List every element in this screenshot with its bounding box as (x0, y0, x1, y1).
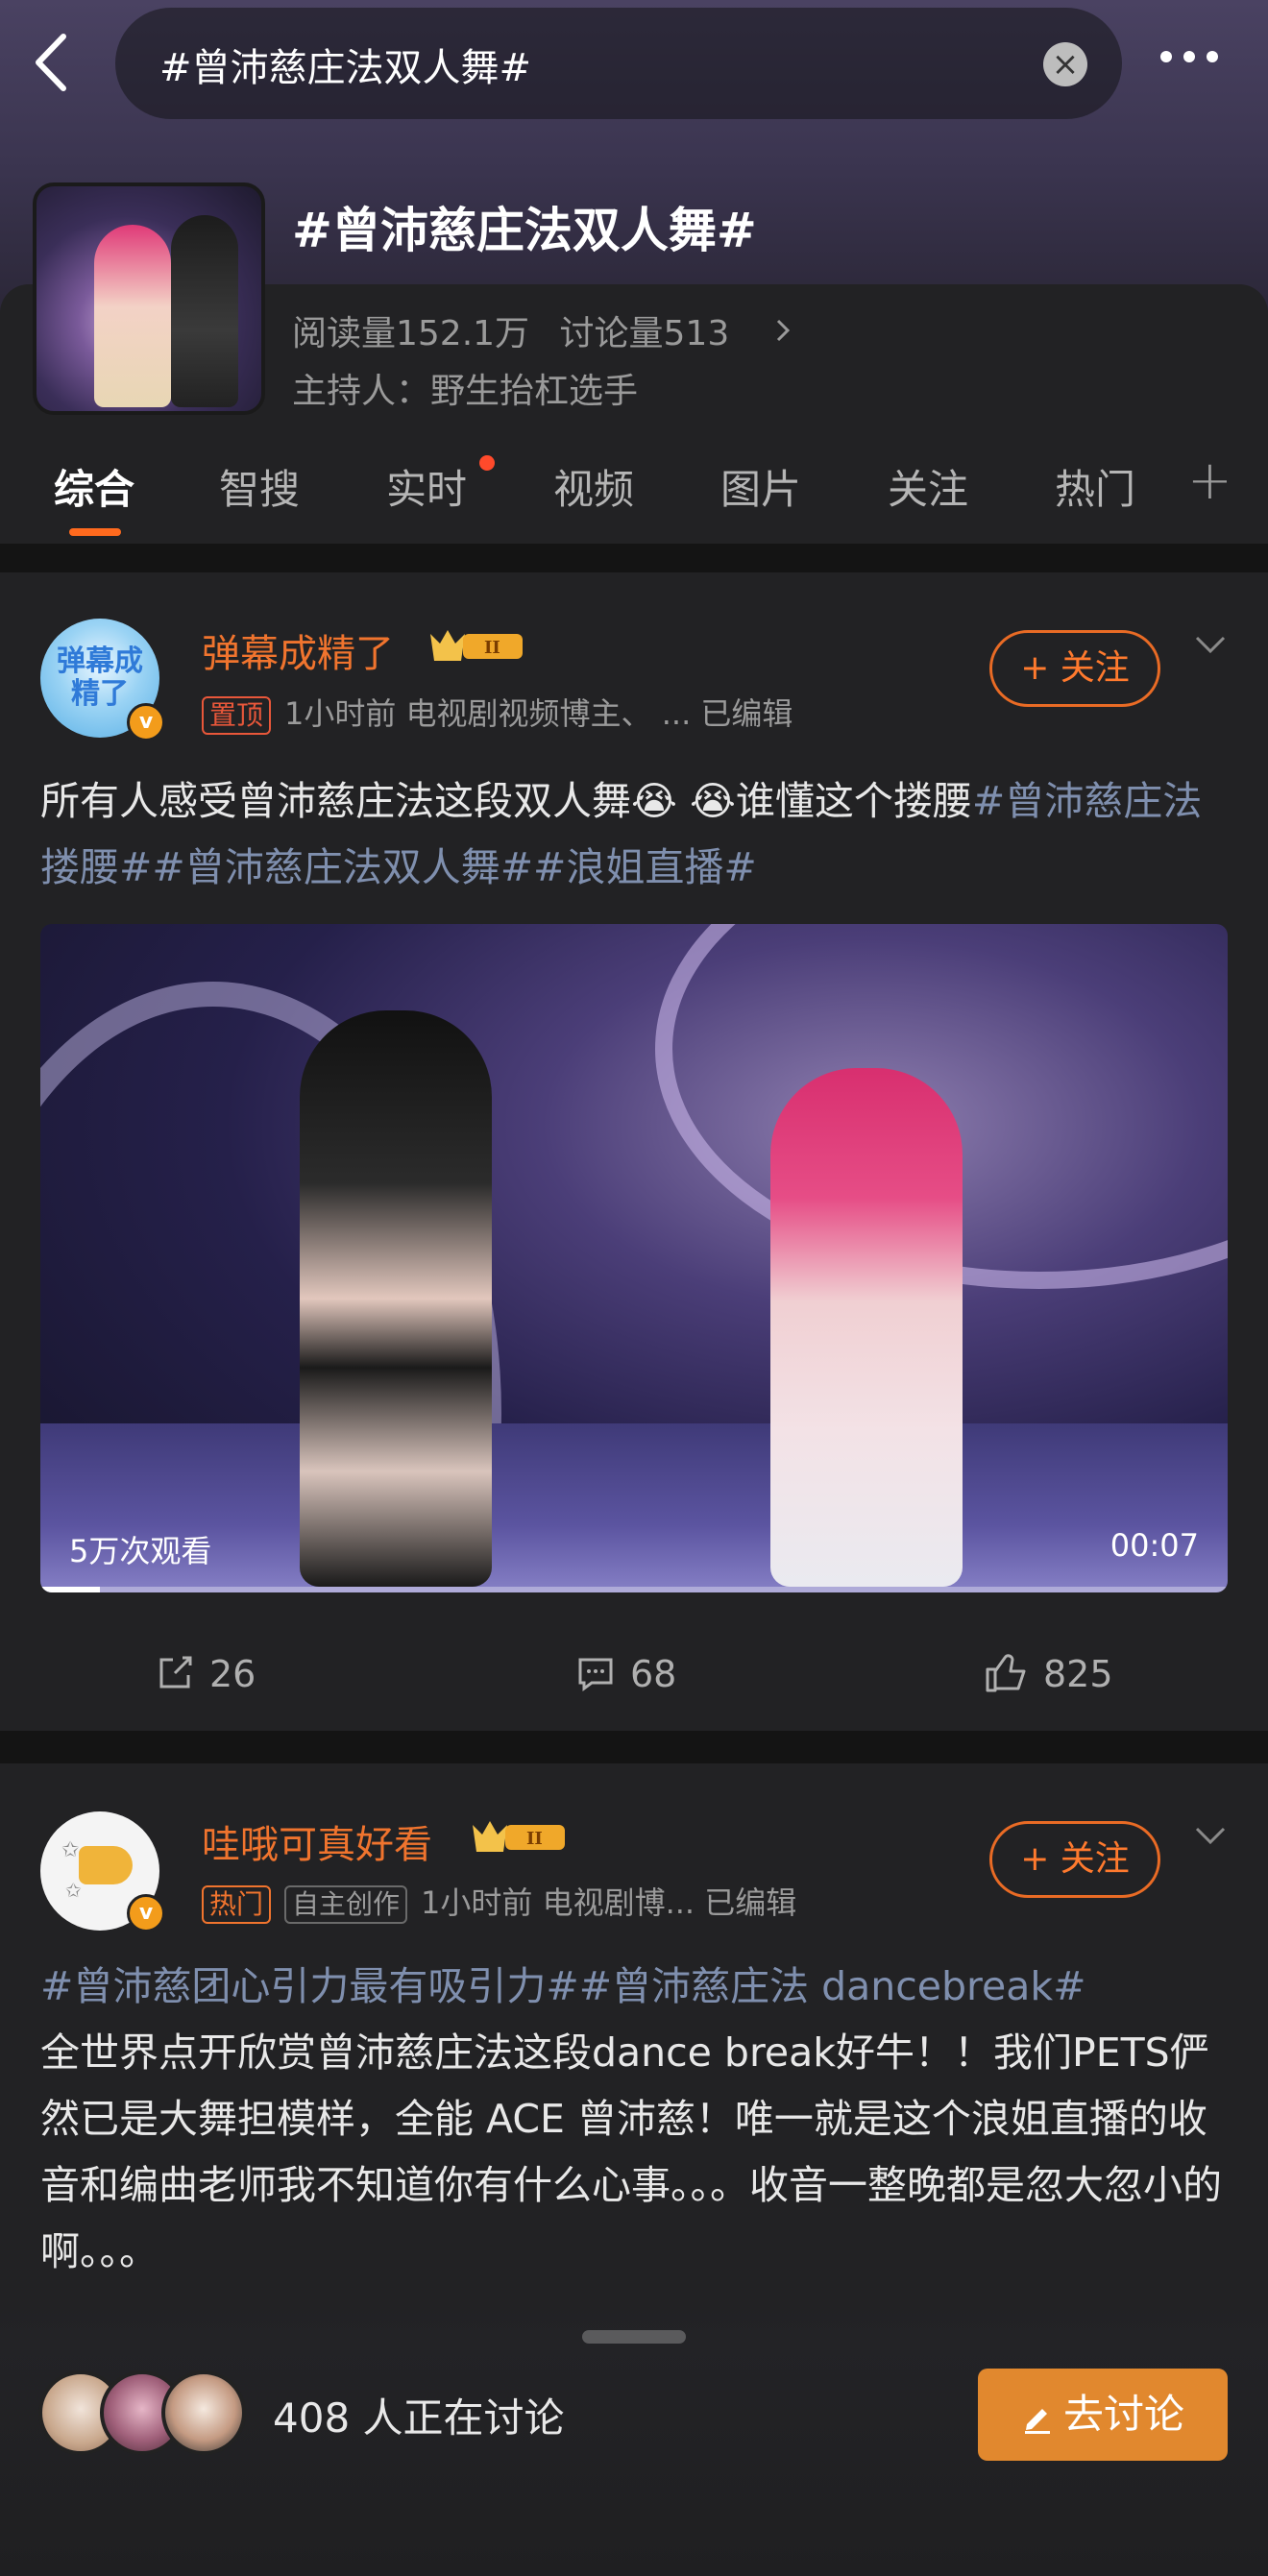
discussion-bar: 408 人正在讨论 去讨论 (0, 2301, 1268, 2576)
topic-host: 主持人：野生抬杠选手 (292, 372, 639, 411)
comment-icon (578, 1658, 613, 1691)
post-meta-text: 1小时前 电视剧博... 已编辑 (421, 1884, 797, 1921)
crying-emoji-icon: 😭 😭 (631, 778, 736, 824)
comment-count: 68 (630, 1653, 677, 1695)
post-meta: 置顶 1小时前 电视剧视频博主、 ... 已编辑 (202, 690, 792, 735)
tab-smart-search[interactable]: 智搜 (219, 457, 300, 516)
follow-button[interactable]: + 关注 (989, 1821, 1160, 1898)
svg-text:II: II (484, 638, 500, 658)
tab-bar: 综合 智搜 实时 视频 图片 关注 热门 + (0, 450, 1268, 547)
add-tab-icon[interactable]: + (1187, 450, 1232, 512)
discussion-count: 讨论量513 (559, 314, 730, 353)
tab-realtime[interactable]: 实时 (386, 457, 467, 516)
repost-count: 26 (209, 1653, 256, 1695)
tab-comprehensive[interactable]: 综合 (54, 457, 134, 516)
post-body: 所有人感受曾沛慈庄法这段双人舞😭 😭谁懂这个搂腰#曾沛慈庄法搂腰##曾沛慈庄法双… (40, 768, 1228, 901)
thumbs-up-icon (986, 1654, 1026, 1692)
video-view-count: 5万次观看 (69, 1533, 212, 1569)
post-text: 全世界点开欣赏曾沛慈庄法这段dance break好牛！！我们PETS俨然已是大… (40, 2029, 1222, 2274)
topic-cover-image[interactable] (33, 182, 265, 415)
repost-button[interactable]: 26 (154, 1652, 256, 1695)
original-tag: 自主创作 (284, 1885, 408, 1924)
video-duration: 00:07 (1110, 1527, 1199, 1564)
search-bar[interactable]: #曾沛慈庄法双人舞# × (115, 8, 1122, 119)
post-text-continued: 谁懂这个搂腰 (735, 778, 972, 824)
chevron-right-icon (773, 314, 792, 353)
pencil-icon (1024, 2409, 1050, 2434)
chevron-down-icon[interactable] (1191, 626, 1230, 665)
post-body: #曾沛慈团心引力最有吸引力##曾沛慈庄法 dancebreak# 全世界点开欣赏曾… (40, 1954, 1228, 2285)
verified-badge-icon: v (127, 703, 165, 741)
post-meta: 热门 自主创作 1小时前 电视剧博... 已编辑 (202, 1879, 796, 1924)
like-count: 825 (1043, 1653, 1113, 1695)
svg-text:II: II (526, 1829, 543, 1849)
video-player[interactable]: 5万次观看 00:07 (40, 924, 1228, 1592)
follow-button[interactable]: + 关注 (989, 630, 1160, 707)
go-discuss-label: 去讨论 (1062, 2391, 1184, 2438)
clear-search-icon[interactable]: × (1043, 42, 1087, 86)
search-query[interactable]: #曾沛慈庄法双人舞# (159, 36, 531, 92)
discussion-count-text: 408 人正在讨论 (273, 2394, 565, 2442)
post-actions: 26 68 825 (0, 1652, 1268, 1729)
back-arrow-icon (36, 34, 66, 91)
hot-tag: 热门 (202, 1885, 272, 1924)
go-discuss-button[interactable]: 去讨论 (978, 2369, 1228, 2461)
section-divider (0, 1731, 1268, 1763)
video-progress-bar[interactable] (40, 1587, 1228, 1592)
new-content-dot (479, 455, 495, 471)
video-frame-dancer (300, 1010, 492, 1587)
share-icon (159, 1656, 192, 1689)
back-button[interactable] (27, 29, 75, 96)
participant-avatar (161, 2370, 246, 2455)
verified-badge-icon: v (127, 1894, 165, 1932)
topic-title: #曾沛慈庄法双人舞# (292, 203, 757, 258)
video-frame-dancer (770, 1068, 963, 1587)
chevron-down-icon[interactable] (1191, 1817, 1230, 1856)
tab-following[interactable]: 关注 (888, 457, 968, 516)
tab-hot[interactable]: 热门 (1055, 457, 1135, 516)
avatar-logo-text: 弹幕成精了 (57, 644, 143, 711)
post-hashtags[interactable]: #曾沛慈团心引力最有吸引力##曾沛慈庄法 dancebreak# (40, 1963, 1085, 2009)
comment-button[interactable]: 68 (574, 1652, 676, 1695)
video-progress-fill (40, 1587, 100, 1592)
drag-handle[interactable] (582, 2330, 686, 2344)
pinned-tag: 置顶 (202, 696, 272, 735)
read-count: 阅读量152.1万 (292, 314, 530, 353)
post-meta-text: 1小时前 电视剧视频博主、 ... 已编辑 (284, 695, 793, 732)
post-text: 所有人感受曾沛慈庄法这段双人舞 (40, 778, 631, 824)
tab-images[interactable]: 图片 (720, 457, 801, 516)
post-username[interactable]: 哇哦可真好看 (202, 1813, 432, 1869)
tab-video[interactable]: 视频 (553, 457, 634, 516)
active-tab-indicator (69, 528, 121, 536)
more-options-icon[interactable] (1160, 48, 1231, 77)
topic-stats[interactable]: 阅读量152.1万 讨论量513 (292, 305, 792, 355)
member-level-badge-icon: II (473, 1821, 565, 1852)
post-username[interactable]: 弹幕成精了 (202, 622, 394, 678)
section-divider (0, 544, 1268, 572)
member-level-badge-icon: II (430, 630, 523, 661)
like-button[interactable]: 825 (984, 1652, 1113, 1695)
